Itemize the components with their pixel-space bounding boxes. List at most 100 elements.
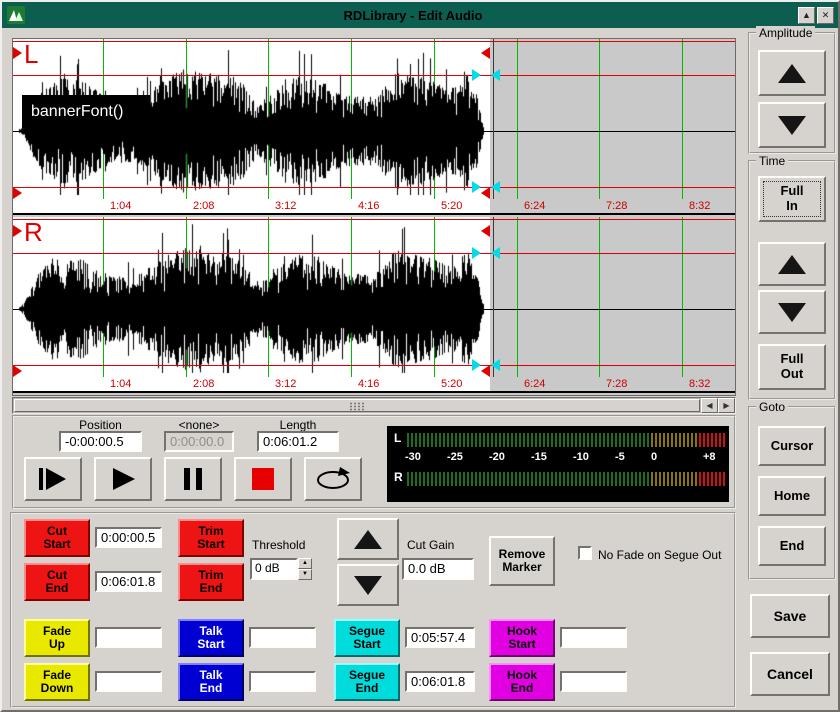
meter-green-segment xyxy=(407,433,651,447)
fade-down-field[interactable] xyxy=(95,671,162,692)
cut-end-marker[interactable] xyxy=(481,225,490,237)
no-fade-checkbox[interactable] xyxy=(578,546,592,560)
hook-end-button[interactable]: Hook End xyxy=(489,663,555,701)
amplitude-up-button[interactable] xyxy=(758,50,826,96)
time-down-button[interactable] xyxy=(758,290,826,334)
fade-up-field[interactable] xyxy=(95,627,162,648)
cut-end-marker[interactable] xyxy=(481,47,490,59)
cut-start-button[interactable]: Cut Start xyxy=(24,519,90,557)
time-group: Time Full In Full Out xyxy=(748,160,836,400)
full-out-button[interactable]: Full Out xyxy=(758,344,826,390)
scroll-left-button[interactable]: ◀ xyxy=(701,398,718,413)
segue-end-button[interactable]: Segue End xyxy=(334,663,400,701)
segue-start-field[interactable]: 0:05:57.4 xyxy=(405,627,475,648)
cut-gain-field[interactable]: 0.0 dB xyxy=(402,558,474,580)
loop-button[interactable] xyxy=(304,457,362,501)
scroll-right-button[interactable]: ▶ xyxy=(718,398,735,413)
scrollbar-thumb[interactable] xyxy=(14,399,700,412)
wave-area-left[interactable]: bannerFont() L xyxy=(13,39,735,199)
talk-end-button[interactable]: Talk End xyxy=(178,663,244,701)
threshold-spinbox[interactable]: 0 dB ▲ ▼ xyxy=(250,558,312,580)
play-button[interactable] xyxy=(94,457,152,501)
cut-start-marker[interactable] xyxy=(13,225,22,237)
cut-start-marker[interactable] xyxy=(13,187,22,199)
hook-start-field[interactable] xyxy=(560,627,627,648)
titlebar[interactable]: RDLibrary - Edit Audio ▲ ✕ xyxy=(2,2,838,28)
talk-end-field[interactable] xyxy=(249,671,316,692)
hook-start-button[interactable]: Hook Start xyxy=(489,619,555,657)
goto-cursor-button[interactable]: Cursor xyxy=(758,426,826,466)
goto-end-button[interactable]: End xyxy=(758,526,826,566)
amplitude-down-button[interactable] xyxy=(758,102,826,148)
waveform-channel-right[interactable]: R 1:042:083:124:165:206:247:288:32 xyxy=(13,217,735,395)
talk-end-button-label: Talk End xyxy=(189,669,233,696)
segue-start-marker[interactable] xyxy=(472,359,481,371)
time-up-button[interactable] xyxy=(758,242,826,286)
time-label: 8:32 xyxy=(689,200,710,212)
segue-start-marker[interactable] xyxy=(472,247,481,259)
segue-end-field[interactable]: 0:06:01.8 xyxy=(405,671,475,692)
amplitude-line xyxy=(13,75,735,76)
wave-area-right[interactable]: R xyxy=(13,217,735,377)
close-button[interactable]: ✕ xyxy=(817,7,834,24)
time-label: 5:20 xyxy=(441,200,462,212)
segue-start-button[interactable]: Segue Start xyxy=(334,619,400,657)
stop-button[interactable] xyxy=(234,457,292,501)
amplitude-line xyxy=(13,41,735,42)
shade-button[interactable]: ▲ xyxy=(798,7,815,24)
cut-end-field[interactable]: 0:06:01.8 xyxy=(95,571,162,592)
talk-start-button[interactable]: Talk Start xyxy=(178,619,244,657)
amplitude-group-title: Amplitude xyxy=(756,26,815,40)
cut-end-marker[interactable] xyxy=(481,365,490,377)
cut-start-marker[interactable] xyxy=(13,365,22,377)
cut-gain-down-button[interactable] xyxy=(337,564,399,606)
segue-end-marker[interactable] xyxy=(491,359,500,371)
fade-up-button[interactable]: Fade Up xyxy=(24,619,90,657)
hook-end-field[interactable] xyxy=(560,671,627,692)
goto-home-button[interactable]: Home xyxy=(758,476,826,516)
trim-end-button[interactable]: Trim End xyxy=(178,563,244,601)
meter-yellow-segment xyxy=(651,433,699,447)
time-label: 4:16 xyxy=(358,200,379,212)
time-label: 3:12 xyxy=(275,200,296,212)
ruler-background xyxy=(13,199,490,213)
cut-end-line xyxy=(493,217,494,377)
meter-right-strip xyxy=(407,472,725,486)
segue-end-marker[interactable] xyxy=(491,181,500,193)
pause-button[interactable] xyxy=(164,457,222,501)
markers-panel: Cut Start 0:00:00.5 Cut End 0:06:01.8 Tr… xyxy=(10,512,736,708)
waveform-channel-left[interactable]: bannerFont() L 1:042:083:124:165:206:247… xyxy=(13,39,735,217)
threshold-value[interactable]: 0 dB xyxy=(250,558,298,580)
segue-end-button-label: Segue End xyxy=(345,669,389,696)
save-button[interactable]: Save xyxy=(750,594,830,638)
time-label: 7:28 xyxy=(606,378,627,390)
time-label: 2:08 xyxy=(193,200,214,212)
waveform-scrollbar[interactable]: ◀ ▶ xyxy=(12,397,736,414)
position-field: -0:00:00.5 xyxy=(59,431,142,452)
play-from-start-button[interactable] xyxy=(24,457,82,501)
full-in-button[interactable]: Full In xyxy=(758,176,826,222)
cut-start-marker[interactable] xyxy=(13,47,22,59)
waveform-canvas-right[interactable] xyxy=(13,217,735,377)
meter-scale: -30-25-20-15-10-50+8 xyxy=(387,450,729,466)
segue-end-marker[interactable] xyxy=(491,69,500,81)
cut-gain-up-button[interactable] xyxy=(337,518,399,560)
fade-down-button[interactable]: Fade Down xyxy=(24,663,90,701)
segue-start-marker[interactable] xyxy=(472,69,481,81)
segue-end-marker[interactable] xyxy=(491,247,500,259)
threshold-spin-up[interactable]: ▲ xyxy=(298,558,312,569)
threshold-spin-down[interactable]: ▼ xyxy=(298,569,312,580)
meter-yellow-segment xyxy=(651,472,699,486)
cancel-button[interactable]: Cancel xyxy=(750,652,830,696)
talk-start-field[interactable] xyxy=(249,627,316,648)
remove-marker-button[interactable]: Remove Marker xyxy=(489,536,555,586)
cut-end-marker[interactable] xyxy=(481,187,490,199)
cut-end-button[interactable]: Cut End xyxy=(24,563,90,601)
meter-left-label: L xyxy=(394,431,401,445)
cut-start-field[interactable]: 0:00:00.5 xyxy=(95,527,162,548)
edit-audio-window: RDLibrary - Edit Audio ▲ ✕ bannerFont() … xyxy=(0,0,840,712)
time-ruler-right: 1:042:083:124:165:206:247:288:32 xyxy=(13,377,735,393)
segue-start-marker[interactable] xyxy=(472,181,481,193)
trim-start-button[interactable]: Trim Start xyxy=(178,519,244,557)
length-label: Length xyxy=(257,418,339,432)
